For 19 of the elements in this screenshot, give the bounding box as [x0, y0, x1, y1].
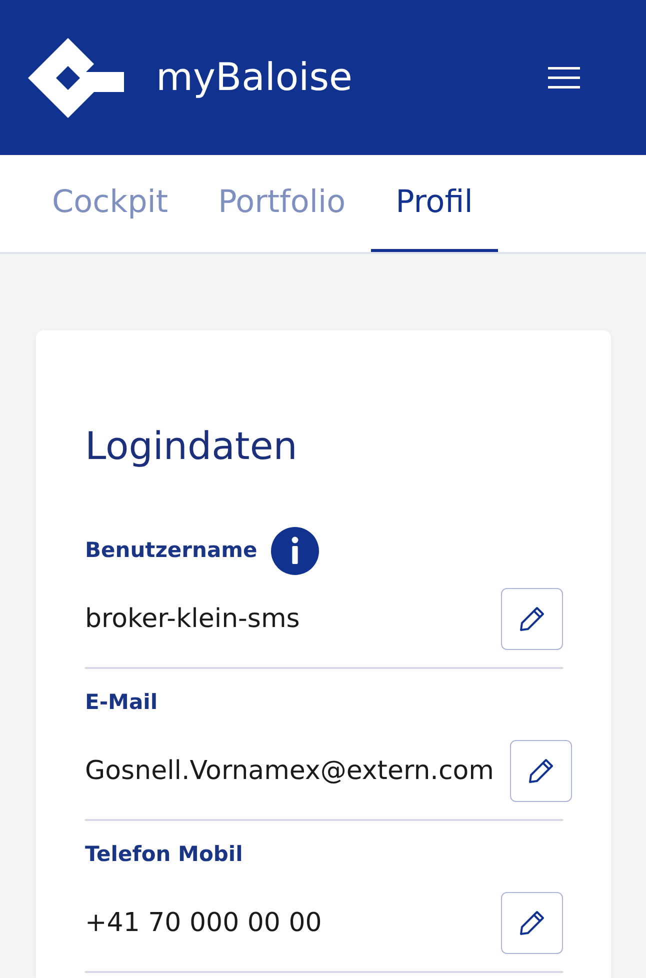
pencil-icon	[517, 604, 547, 634]
logo-icon	[28, 38, 124, 118]
info-icon[interactable]	[271, 527, 320, 575]
pencil-icon	[517, 908, 547, 938]
field-value: broker-klein-sms	[85, 602, 300, 636]
edit-button[interactable]	[510, 740, 572, 802]
edit-button[interactable]	[501, 892, 563, 954]
field-value: Gosnell.Vornamex@extern.com	[85, 754, 494, 788]
brand-name: myBaloise	[156, 54, 352, 101]
menu-button[interactable]	[548, 66, 580, 90]
tab[interactable]: Portfolio	[193, 155, 371, 252]
tab[interactable]: Profil	[370, 155, 498, 252]
field-value: +41 70 000 00 00	[85, 906, 322, 940]
tab[interactable]: Cockpit	[27, 155, 194, 252]
edit-button[interactable]	[501, 588, 563, 650]
field-label: Telefon Mobil	[85, 841, 243, 868]
field-label: E-Mail	[85, 689, 158, 716]
section-title: Logindaten	[85, 423, 298, 470]
field-label: Benutzername	[85, 537, 258, 564]
